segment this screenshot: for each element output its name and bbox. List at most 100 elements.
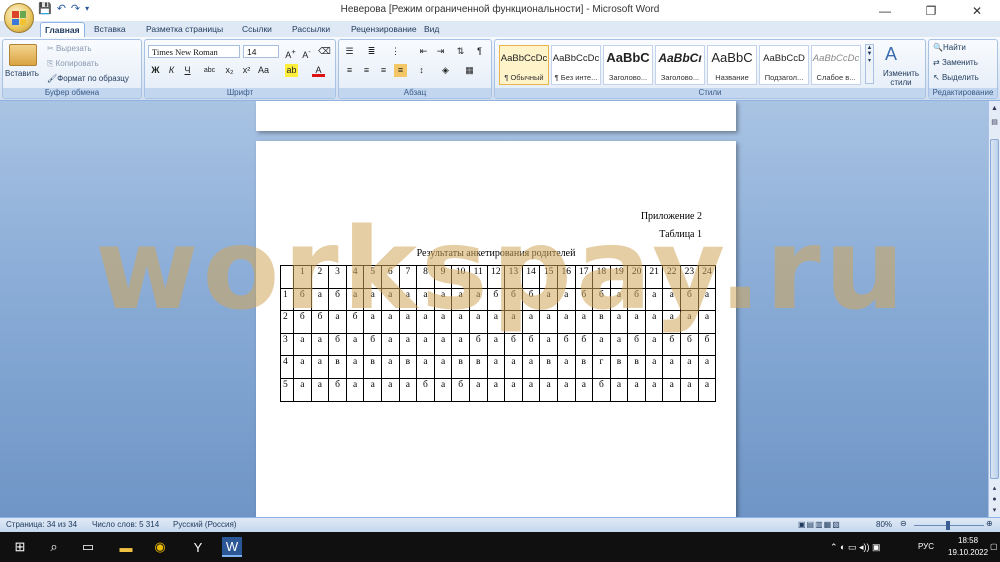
- line-spacing-icon[interactable]: ↕: [415, 64, 428, 77]
- zoom-level[interactable]: 80%: [876, 520, 892, 529]
- zoom-out-icon[interactable]: ⊖: [900, 519, 907, 528]
- style-subtitle[interactable]: AaBbCcD Подзагол...: [759, 45, 809, 85]
- replace-button[interactable]: ⇄ Заменить: [933, 58, 978, 67]
- browse-object-icon[interactable]: ●: [989, 494, 1000, 505]
- change-styles-icon[interactable]: A: [885, 44, 897, 65]
- sort-icon[interactable]: ⇅: [454, 45, 467, 58]
- scroll-up-icon[interactable]: ▲: [989, 103, 1000, 114]
- bullets-icon[interactable]: ☰: [343, 45, 356, 58]
- table-cell: а: [363, 377, 382, 402]
- multilevel-list-icon[interactable]: ⋮: [389, 45, 402, 58]
- align-center-icon[interactable]: ≡: [360, 64, 373, 77]
- align-right-icon[interactable]: ≡: [377, 64, 390, 77]
- font-color-icon[interactable]: A: [312, 64, 325, 77]
- input-language[interactable]: РУС: [918, 542, 934, 551]
- zoom-slider-thumb[interactable]: [946, 521, 950, 530]
- table-column-header: 6: [380, 265, 400, 289]
- superscript-icon[interactable]: x²: [240, 64, 253, 77]
- table-column-header: 16: [556, 265, 576, 289]
- restore-button[interactable]: ❐: [908, 0, 954, 21]
- tab-references[interactable]: Ссылки: [238, 22, 276, 37]
- bold-button[interactable]: Ж: [149, 64, 162, 77]
- change-case-icon[interactable]: Aa: [257, 64, 270, 77]
- style-normal[interactable]: AaBbCcDc ¶ Обычный: [499, 45, 549, 85]
- copy-label: Копировать: [55, 59, 99, 68]
- clear-format-icon[interactable]: ⌫: [318, 45, 331, 58]
- notifications-icon[interactable]: ▢: [990, 542, 998, 551]
- close-button[interactable]: ✕: [954, 0, 1000, 21]
- tray-icons[interactable]: ⌃ ◐ ▭ ◂)) ▣: [830, 542, 881, 553]
- file-explorer-icon[interactable]: ▬: [116, 537, 136, 557]
- styles-scroll-icon[interactable]: ▲ ▼ ▾: [865, 44, 874, 84]
- copy-button[interactable]: ⎘ Копировать: [47, 59, 99, 69]
- font-size-select[interactable]: 14: [243, 45, 279, 58]
- style-sample: AaBbCcDc: [812, 53, 860, 64]
- cut-label: Вырезать: [55, 44, 92, 53]
- select-button[interactable]: ↖ Выделить: [933, 73, 979, 82]
- table-cell: в: [451, 355, 470, 379]
- paste-button[interactable]: Вставить: [5, 69, 39, 78]
- shrink-font-icon[interactable]: A-: [300, 45, 313, 60]
- paste-icon[interactable]: [9, 44, 37, 66]
- table-cell: а: [644, 332, 664, 357]
- style-title[interactable]: AaBbC Название: [707, 45, 757, 85]
- yandex-browser-icon[interactable]: Y: [188, 537, 208, 557]
- page-indicator[interactable]: Страница: 34 из 34: [6, 520, 77, 529]
- search-icon[interactable]: ⌕: [44, 537, 64, 557]
- task-view-icon[interactable]: ▭: [78, 537, 98, 557]
- highlight-icon[interactable]: ab: [285, 64, 298, 77]
- tab-page-layout[interactable]: Разметка страницы: [142, 22, 227, 37]
- word-app-icon[interactable]: W: [222, 537, 242, 557]
- find-button[interactable]: 🔍Найти: [933, 43, 966, 52]
- table-cell: а: [574, 310, 594, 334]
- table-cell: а: [662, 355, 682, 379]
- clock-date[interactable]: 19.10.2022: [948, 548, 988, 557]
- tab-view[interactable]: Вид: [420, 22, 443, 37]
- windows-start-icon[interactable]: ⊞: [10, 537, 30, 557]
- clock-time[interactable]: 18:58: [958, 536, 978, 545]
- style-heading-2[interactable]: AaBbCı Заголово...: [655, 45, 705, 85]
- chrome-icon[interactable]: ◉: [150, 537, 170, 557]
- word-count[interactable]: Число слов: 5 314: [92, 520, 159, 529]
- table-cell: б: [680, 287, 699, 312]
- show-marks-icon[interactable]: ¶: [473, 45, 486, 58]
- align-left-icon[interactable]: ≡: [343, 64, 356, 77]
- borders-icon[interactable]: ▦: [463, 64, 476, 77]
- decrease-indent-icon[interactable]: ⇤: [417, 45, 430, 58]
- format-painter-button[interactable]: 🖌Формат по образцу: [47, 74, 129, 83]
- zoom-in-icon[interactable]: ⊕: [986, 519, 993, 528]
- document-page[interactable]: Приложение 2 Таблица 1 Результаты анкети…: [256, 141, 736, 517]
- table-cell: б: [328, 332, 347, 357]
- style-heading-1[interactable]: AaBbC Заголово...: [603, 45, 653, 85]
- numbering-icon[interactable]: ≣: [365, 45, 378, 58]
- grow-font-icon[interactable]: A+: [284, 45, 297, 60]
- italic-button[interactable]: К: [165, 64, 178, 77]
- document-area[interactable]: Приложение 2 Таблица 1 Результаты анкети…: [0, 101, 988, 517]
- table-column-header: 3: [328, 265, 347, 289]
- ruler-toggle-icon[interactable]: ▤: [989, 117, 1000, 128]
- next-page-icon[interactable]: ▾: [989, 505, 1000, 516]
- change-styles-button[interactable]: Изменить стили: [879, 69, 923, 87]
- tab-review[interactable]: Рецензирование: [347, 22, 421, 37]
- tab-mailings[interactable]: Рассылки: [288, 22, 334, 37]
- justify-icon[interactable]: ≡: [394, 64, 407, 77]
- style-no-spacing[interactable]: AaBbCcDc ¶ Без инте...: [551, 45, 601, 85]
- cut-button[interactable]: ✂ Вырезать: [47, 44, 92, 53]
- previous-page-icon[interactable]: ▴: [989, 483, 1000, 494]
- language-indicator[interactable]: Русский (Россия): [173, 520, 236, 529]
- scroll-thumb[interactable]: [990, 139, 999, 479]
- office-button[interactable]: [4, 3, 34, 33]
- tab-home[interactable]: Главная: [40, 22, 85, 37]
- increase-indent-icon[interactable]: ⇥: [434, 45, 447, 58]
- underline-button[interactable]: Ч: [181, 64, 194, 77]
- strikethrough-icon[interactable]: abc: [203, 64, 216, 77]
- minimize-button[interactable]: —: [862, 0, 908, 21]
- vertical-scrollbar[interactable]: ▲ ▤ ▴ ● ▾: [988, 101, 1000, 517]
- style-subtle-emphasis[interactable]: AaBbCcDc Слабое в...: [811, 45, 861, 85]
- subscript-icon[interactable]: x₂: [223, 64, 236, 77]
- tab-insert[interactable]: Вставка: [90, 22, 130, 37]
- shading-icon[interactable]: ◈: [439, 64, 452, 77]
- view-buttons-icon[interactable]: ▣▤▥▦▧: [798, 520, 841, 529]
- table-cell: а: [398, 332, 418, 357]
- font-name-select[interactable]: Times New Roman: [148, 45, 240, 58]
